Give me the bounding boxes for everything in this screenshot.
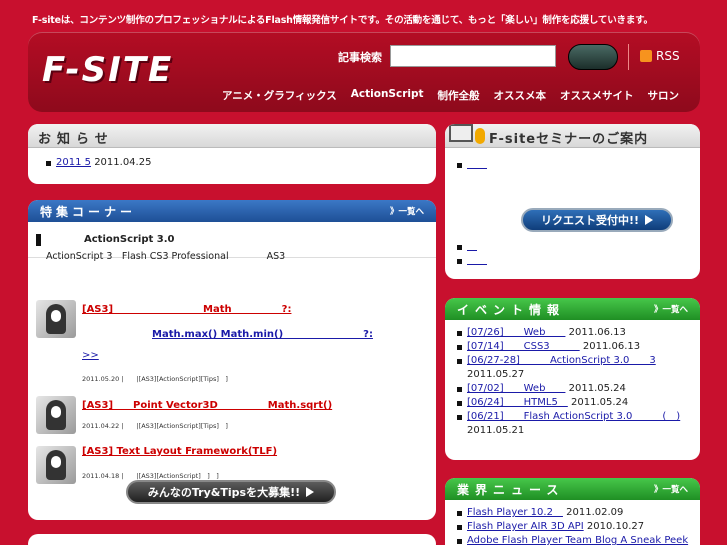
event-date: 2011.05.24 (568, 383, 626, 394)
list-item: [06/27-28] ActionScript 3.0 3 2011.05.27 (455, 354, 690, 382)
industry-link[interactable]: Flash Player AIR 3D API (467, 521, 584, 532)
feature-title: 特集コーナー 》一覧へ (28, 200, 436, 222)
industry-date: 2011.02.09 (566, 507, 624, 518)
article-thumbnail (36, 300, 76, 338)
industry-link[interactable]: Adobe Flash Player Team Blog A Sneak Pee… (467, 535, 688, 545)
event-date: 2011.05.21 (467, 425, 525, 436)
seminar-link[interactable] (467, 241, 477, 252)
seminar-panel: F-siteセミナーのご案内 リクエスト受付中!! (445, 124, 700, 279)
list-item (455, 254, 487, 268)
seminar-cta-label: リクエスト受付中!! (540, 214, 640, 227)
article-line2[interactable]: Math.max() Math.min() ?: (152, 325, 373, 340)
play-icon (306, 487, 315, 497)
tips-cta-button[interactable]: みんなのTry&Tipsを大募集!! (126, 480, 336, 504)
industry-more-link[interactable]: 》一覧へ (654, 483, 688, 495)
seminar-board-icon (449, 124, 473, 142)
search-button[interactable] (568, 44, 618, 70)
site-tagline: F-siteは、コンテンツ制作のプロフェッショナルによるFlash情報発信サイト… (32, 15, 653, 26)
list-item: [07/26] Web 2011.06.13 (455, 326, 690, 340)
news-panel: お知らせ 2011 5 2011.04.25 (28, 124, 436, 184)
feature-more-link[interactable]: 》一覧へ (390, 205, 424, 217)
article-meta: 2011.04.18 | |[AS3][ActionScript] ] ] (82, 472, 219, 480)
industry-title: 業界ニュース 》一覧へ (445, 478, 700, 500)
event-date: 2011.06.13 (568, 327, 626, 338)
article-thumbnail (36, 446, 76, 484)
event-link[interactable]: [06/27-28] ActionScript 3.0 3 (467, 355, 656, 366)
event-link[interactable]: [06/24] HTML5 (467, 397, 568, 408)
news-title: お知らせ (28, 124, 436, 148)
list-item (455, 158, 690, 172)
table-row: [AS3] Math ?: Math.max() Math.min() ?: >… (28, 258, 436, 383)
seminar-link[interactable] (467, 255, 487, 266)
presenter-icon (475, 128, 485, 144)
news-list: 2011 5 2011.04.25 (28, 148, 436, 178)
list-item: 2011 5 2011.04.25 (44, 156, 420, 170)
nav-item-actionscript[interactable]: ActionScript (351, 88, 424, 103)
rss-link[interactable]: RSS (640, 49, 680, 63)
list-item: Flash Player AIR 3D API 2010.10.27 (455, 520, 690, 534)
industry-date: 2010.10.27 (586, 521, 645, 532)
industry-panel: 業界ニュース 》一覧へ Flash Player 10.2 2011.02.09… (445, 478, 700, 545)
list-item: [07/14] CSS3 2011.06.13 (455, 340, 690, 354)
rss-label: RSS (656, 49, 680, 63)
seminar-request-button[interactable]: リクエスト受付中!! (521, 208, 673, 232)
rss-icon (640, 50, 652, 62)
list-item (455, 240, 487, 254)
next-panel (28, 534, 436, 545)
article-title[interactable]: [AS3] Math ?: (82, 300, 291, 315)
article-title[interactable]: [AS3] Text Layout Framework(TLF) (82, 446, 277, 457)
site-header: F-SITE 記事検索 RSS アニメ・グラフィックス ActionScript… (28, 32, 700, 112)
seminar-link[interactable] (467, 159, 487, 170)
feature-title-text: 特集コーナー (40, 205, 137, 219)
industry-link[interactable]: Flash Player 10.2 (467, 507, 563, 518)
main-nav: アニメ・グラフィックス ActionScript 制作全般 オススメ本 オススメ… (222, 88, 693, 103)
search-label: 記事検索 (338, 51, 382, 64)
list-item: [07/02] Web 2011.05.24 (455, 382, 690, 396)
event-date: 2011.06.13 (582, 341, 641, 352)
seminar-list (445, 148, 700, 182)
events-more-link[interactable]: 》一覧へ (654, 303, 688, 315)
event-date: 2011.05.24 (571, 397, 629, 408)
feature-panel: 特集コーナー 》一覧へ ActionScript 3.0 ActionScrip… (28, 200, 436, 520)
seminar-title-text: F-siteセミナーのご案内 (489, 132, 649, 147)
events-title-text: イベント情報 (457, 303, 566, 317)
intro-marker (36, 234, 41, 246)
list-item: [06/24] HTML5 2011.05.24 (455, 396, 690, 410)
list-item: Flash Player 10.2 2011.02.09 (455, 506, 690, 520)
events-panel: イベント情報 》一覧へ [07/26] Web 2011.06.13 [07/1… (445, 298, 700, 460)
nav-item-books[interactable]: オススメ本 (494, 88, 547, 103)
seminar-list-2 (455, 240, 487, 268)
event-date: 2011.05.27 (467, 369, 525, 380)
industry-list: Flash Player 10.2 2011.02.09 Flash Playe… (445, 500, 700, 545)
header-divider (628, 44, 629, 70)
nav-item-salon[interactable]: サロン (648, 88, 680, 103)
event-link[interactable]: [07/26] Web (467, 327, 565, 338)
site-logo[interactable]: F-SITE (42, 50, 173, 90)
search-input[interactable] (390, 45, 556, 67)
list-item: [06/21] Flash ActionScript 3.0 ( ) 2011.0… (455, 410, 690, 438)
feature-intro: ActionScript 3.0 ActionScript 3 Flash CS… (28, 222, 436, 262)
play-icon (645, 215, 654, 225)
table-row: [AS3] Text Layout Framework(TLF) 2011.04… (28, 400, 436, 484)
list-item: Adobe Flash Player Team Blog A Sneak Pee… (455, 534, 690, 545)
event-link[interactable]: [07/14] CSS3 (467, 341, 580, 352)
events-title: イベント情報 》一覧へ (445, 298, 700, 320)
events-list: [07/26] Web 2011.06.13 [07/14] CSS3 2011… (445, 320, 700, 444)
nav-item-anime[interactable]: アニメ・グラフィックス (222, 88, 337, 103)
news-link[interactable]: 2011 5 (56, 157, 91, 168)
table-row: [AS3] Point Vector3D Math.sqrt() 2011.04… (28, 350, 436, 434)
nav-item-production[interactable]: 制作全般 (438, 88, 480, 103)
event-link[interactable]: [07/02] Web (467, 383, 565, 394)
news-date: 2011.04.25 (94, 157, 152, 168)
event-link[interactable]: [06/21] Flash ActionScript 3.0 ( ) (467, 411, 680, 422)
nav-item-sites[interactable]: オススメサイト (560, 88, 634, 103)
intro-title: ActionScript 3.0 (84, 234, 175, 245)
tips-cta-label: みんなのTry&Tipsを大募集!! (147, 486, 301, 499)
industry-title-text: 業界ニュース (457, 483, 565, 497)
